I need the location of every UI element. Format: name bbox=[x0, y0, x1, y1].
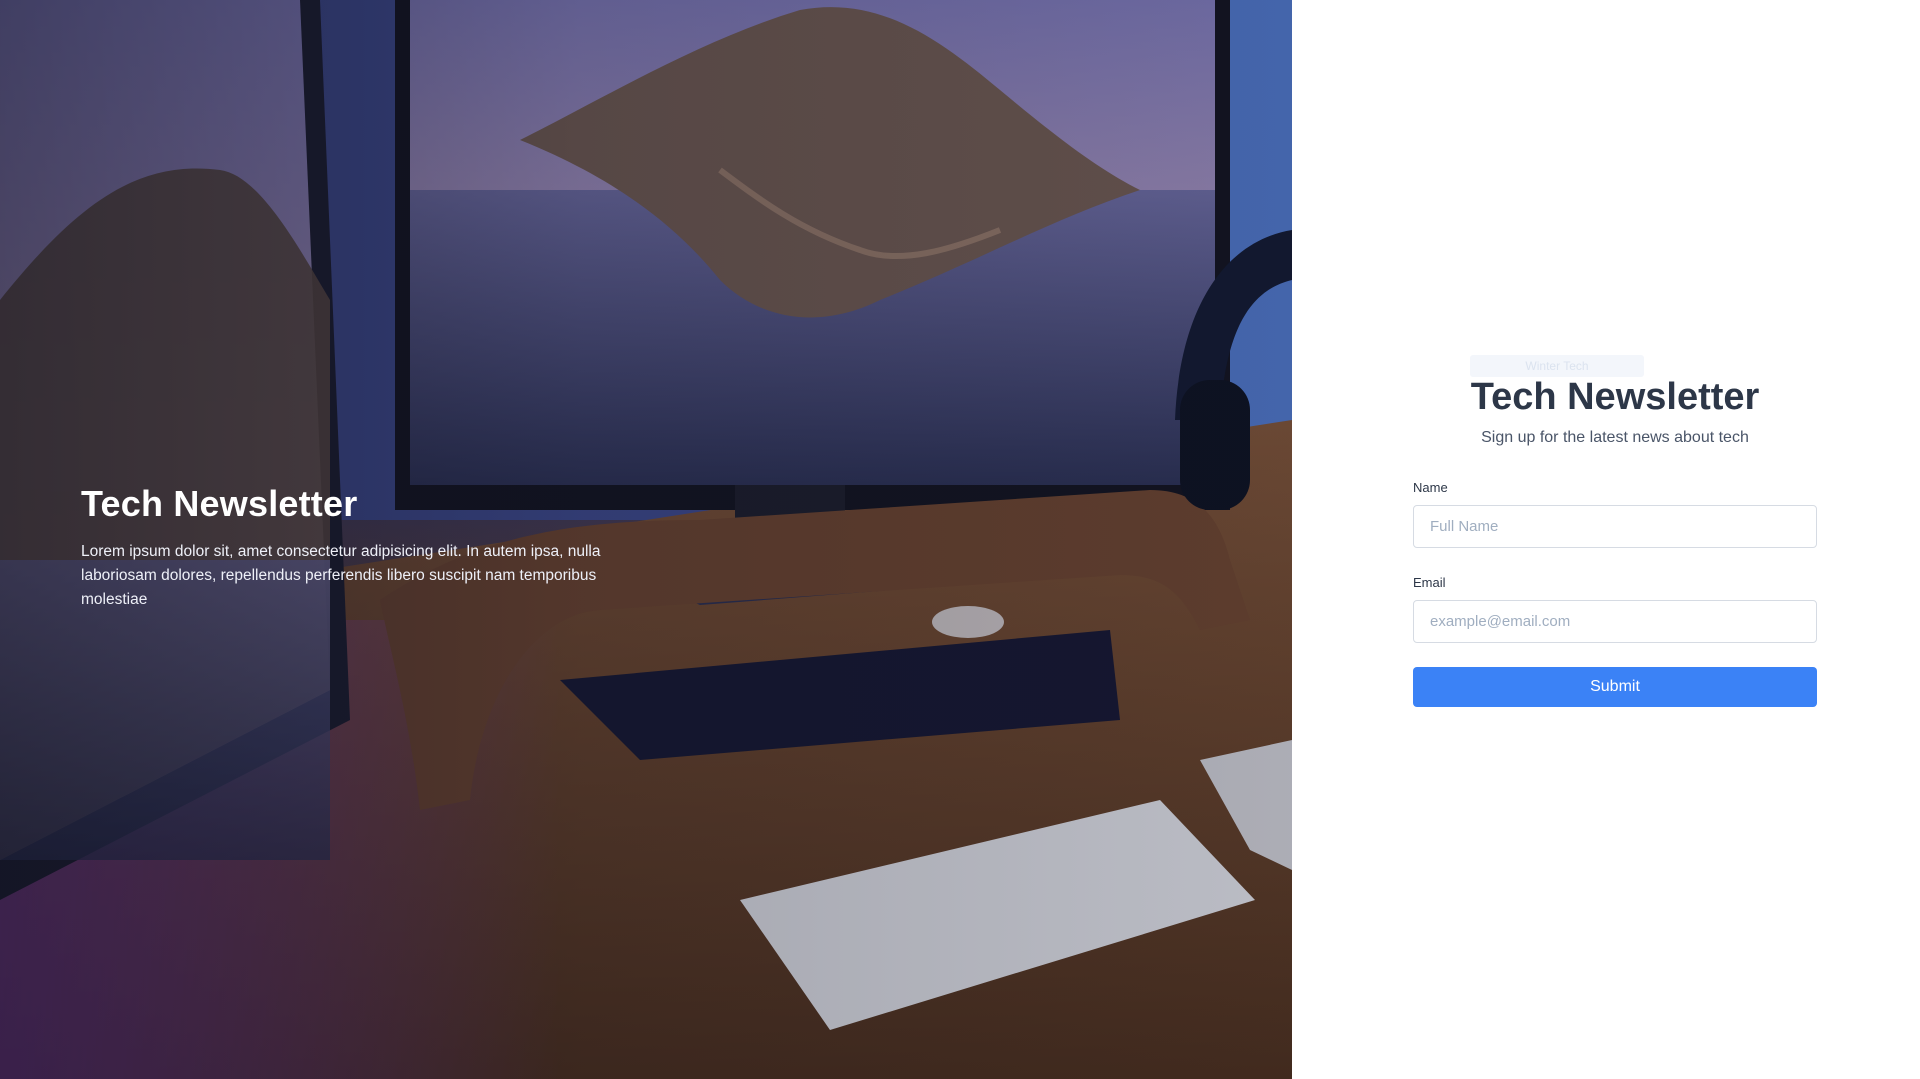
name-input[interactable] bbox=[1413, 505, 1817, 548]
hero-text: Tech Newsletter Lorem ipsum dolor sit, a… bbox=[81, 480, 641, 612]
form-subtitle: Sign up for the latest news about tech bbox=[1481, 429, 1749, 446]
name-label: Name bbox=[1413, 480, 1448, 495]
name-field-group: Name bbox=[1413, 479, 1817, 548]
hero-panel: Tech Newsletter Lorem ipsum dolor sit, a… bbox=[0, 0, 1292, 1079]
email-field-group: Email bbox=[1413, 574, 1817, 643]
email-label: Email bbox=[1413, 575, 1446, 590]
hero-title: Tech Newsletter bbox=[81, 483, 358, 524]
email-input[interactable] bbox=[1413, 600, 1817, 643]
newsletter-form: Winter Tech Tech Newsletter Sign up for … bbox=[1413, 355, 1817, 707]
form-title: Tech Newsletter bbox=[1470, 376, 1760, 418]
page: Tech Newsletter Lorem ipsum dolor sit, a… bbox=[0, 0, 1920, 1079]
signup-panel: Winter Tech Tech Newsletter Sign up for … bbox=[1292, 0, 1920, 1079]
submit-button[interactable]: Submit bbox=[1413, 667, 1817, 707]
hero-description: Lorem ipsum dolor sit, amet consectetur … bbox=[81, 543, 601, 608]
